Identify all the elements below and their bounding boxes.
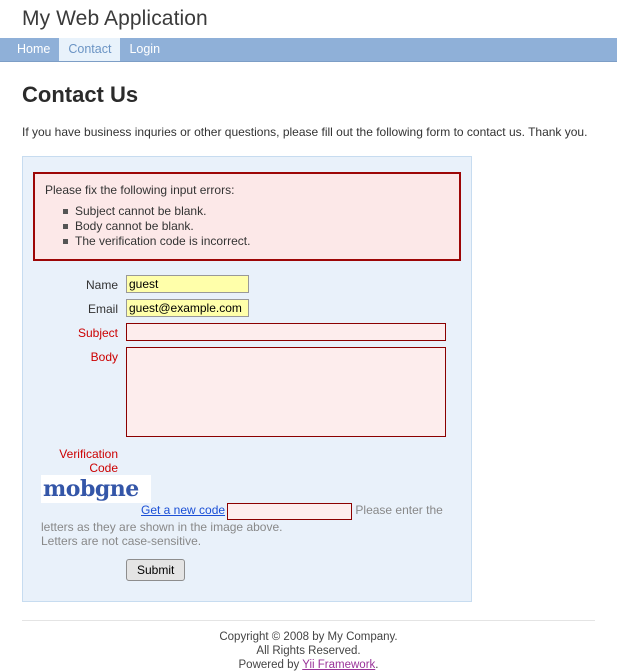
nav-link-home[interactable]: Home xyxy=(8,38,59,61)
name-input[interactable] xyxy=(126,275,249,293)
form-row-email: Email xyxy=(23,299,471,317)
contact-form-panel: Please fix the following input errors: S… xyxy=(22,156,472,602)
error-summary-heading: Please fix the following input errors: xyxy=(45,183,235,197)
error-item-body: Body cannot be blank. xyxy=(63,219,449,234)
error-item-verify: The verification code is incorrect. xyxy=(63,234,449,249)
nav-item-contact[interactable]: Contact xyxy=(59,38,121,61)
error-summary: Please fix the following input errors: S… xyxy=(33,172,461,261)
label-verification-code: Verification Code xyxy=(33,445,118,475)
form-row-verification-code: Verification Code mobgne Get a new code P… xyxy=(23,445,471,548)
page-intro-text: If you have business inquries or other q… xyxy=(22,125,588,139)
page-content: Contact Us If you have business inquries… xyxy=(0,82,617,672)
nav-link-login[interactable]: Login xyxy=(120,38,169,61)
email-input[interactable] xyxy=(126,299,249,317)
page-title: Contact Us xyxy=(22,82,139,107)
main-navigation: Home Contact Login xyxy=(0,38,617,62)
form-row-body: Body xyxy=(23,347,471,437)
label-subject: Subject xyxy=(77,326,118,340)
submit-button[interactable]: Submit xyxy=(126,559,186,581)
error-list: Subject cannot be blank. Body cannot be … xyxy=(45,204,449,249)
verification-code-input[interactable] xyxy=(227,503,353,520)
yii-framework-link[interactable]: Yii Framework xyxy=(302,659,375,671)
nav-item-login[interactable]: Login xyxy=(120,38,169,61)
label-verification-line2: Code xyxy=(89,461,118,475)
app-title: My Web Application xyxy=(22,7,208,30)
label-email: Email xyxy=(87,302,118,316)
label-verification-line1: Verification xyxy=(59,447,118,461)
captcha-area: mobgne Get a new code Please enter the l… xyxy=(41,475,471,548)
error-item-subject: Subject cannot be blank. xyxy=(63,204,449,219)
site-footer: Copyright © 2008 by My Company. All Righ… xyxy=(22,620,595,672)
form-row-name: Name xyxy=(23,275,471,293)
subject-input[interactable] xyxy=(126,323,446,341)
nav-list: Home Contact Login xyxy=(0,38,617,61)
form-row-buttons: Submit xyxy=(23,559,471,581)
footer-powered-prefix: Powered by xyxy=(238,659,303,671)
form-row-subject: Subject xyxy=(23,323,471,341)
captcha-hint-line2: Letters are not case-sensitive. xyxy=(41,534,202,548)
footer-powered-suffix: . xyxy=(375,659,379,671)
body-textarea[interactable] xyxy=(126,347,446,437)
footer-rights: All Rights Reserved. xyxy=(256,645,361,657)
nav-item-home[interactable]: Home xyxy=(8,38,59,61)
site-header: My Web Application xyxy=(0,0,617,38)
footer-copyright: Copyright © 2008 by My Company. xyxy=(219,631,398,643)
get-new-code-link[interactable]: Get a new code xyxy=(141,503,225,517)
captcha-controls: Get a new code xyxy=(41,503,355,520)
label-name: Name xyxy=(85,278,118,292)
nav-link-contact[interactable]: Contact xyxy=(59,38,121,61)
captcha-image: mobgne xyxy=(41,475,151,503)
label-body: Body xyxy=(90,350,118,364)
